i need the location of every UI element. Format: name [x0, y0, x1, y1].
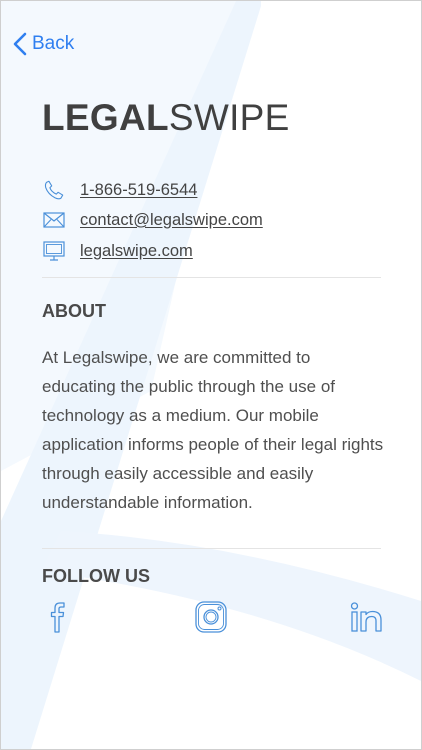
brand-logo: LEGALSWIPE: [42, 97, 290, 139]
phone-icon: [42, 178, 66, 202]
website-row[interactable]: legalswipe.com: [42, 239, 193, 263]
instagram-icon: [195, 601, 227, 633]
facebook-icon: [50, 602, 65, 633]
follow-heading: FOLLOW US: [42, 566, 150, 586]
linkedin-icon: [350, 602, 382, 632]
phone-link[interactable]: 1-866-519-6544: [80, 181, 197, 200]
email-link[interactable]: contact@legalswipe.com: [80, 211, 263, 230]
facebook-button[interactable]: [37, 597, 77, 637]
phone-row[interactable]: 1-866-519-6544: [42, 178, 197, 202]
back-button[interactable]: Back: [13, 29, 74, 59]
monitor-icon: [42, 239, 66, 263]
back-label: Back: [32, 33, 75, 54]
divider-about: [42, 277, 381, 278]
about-screen: Back LEGALSWIPE 1-866-519-6544 contact@l…: [0, 0, 422, 750]
linkedin-button[interactable]: [347, 597, 387, 637]
website-link[interactable]: legalswipe.com: [80, 242, 193, 261]
email-row[interactable]: contact@legalswipe.com: [42, 208, 263, 232]
divider-follow: [42, 548, 381, 549]
brand-logo-bold: LEGAL: [42, 97, 169, 138]
instagram-button[interactable]: [191, 597, 231, 637]
about-heading: ABOUT: [42, 301, 106, 321]
mail-icon: [42, 208, 66, 232]
chevron-left-icon: [13, 32, 27, 56]
about-body: At Legalswipe, we are committed to educa…: [42, 348, 384, 512]
brand-logo-light: SWIPE: [168, 97, 290, 138]
